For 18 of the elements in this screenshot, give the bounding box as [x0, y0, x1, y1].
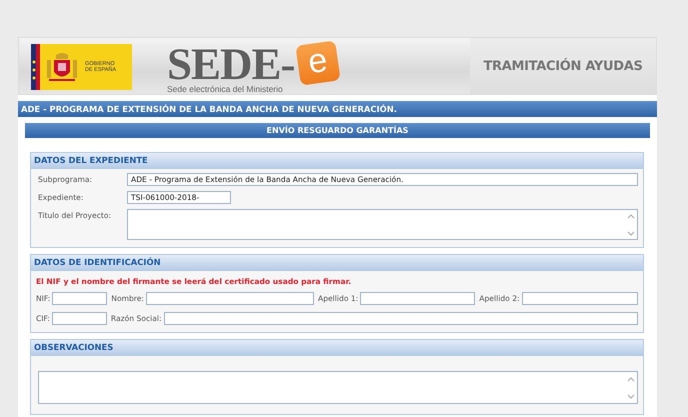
text-area[interactable] — [127, 209, 638, 240]
brand-badge: e — [294, 40, 340, 86]
section-header: DATOS DEL EXPEDIENTE — [31, 153, 643, 169]
input-field[interactable] — [360, 292, 476, 305]
text-area[interactable] — [38, 371, 638, 404]
brand-name: SEDE- — [167, 43, 295, 86]
input-field[interactable] — [164, 312, 638, 325]
coat-of-arms-icon — [45, 52, 79, 82]
section-header: DATOS DE IDENTIFICACIÓN — [31, 255, 643, 271]
section-header: OBSERVACIONES — [31, 340, 643, 356]
input-field[interactable] — [146, 292, 314, 305]
app-title: TRAMITACIÓN AYUDAS — [483, 58, 643, 74]
input-field[interactable] — [52, 312, 107, 325]
form-title-bar: ENVÍO RESGUARDO GARANTÍAS — [25, 123, 650, 138]
input-field[interactable] — [522, 292, 638, 305]
input-field[interactable] — [52, 292, 108, 305]
brand-subtitle: Sede electrónica del Ministerio — [167, 84, 284, 94]
program-title-bar: ADE - PROGRAMA DE EXTENSIÓN DE LA BANDA ANCHA DE NUEVA GENERACIÓN. — [18, 101, 657, 117]
